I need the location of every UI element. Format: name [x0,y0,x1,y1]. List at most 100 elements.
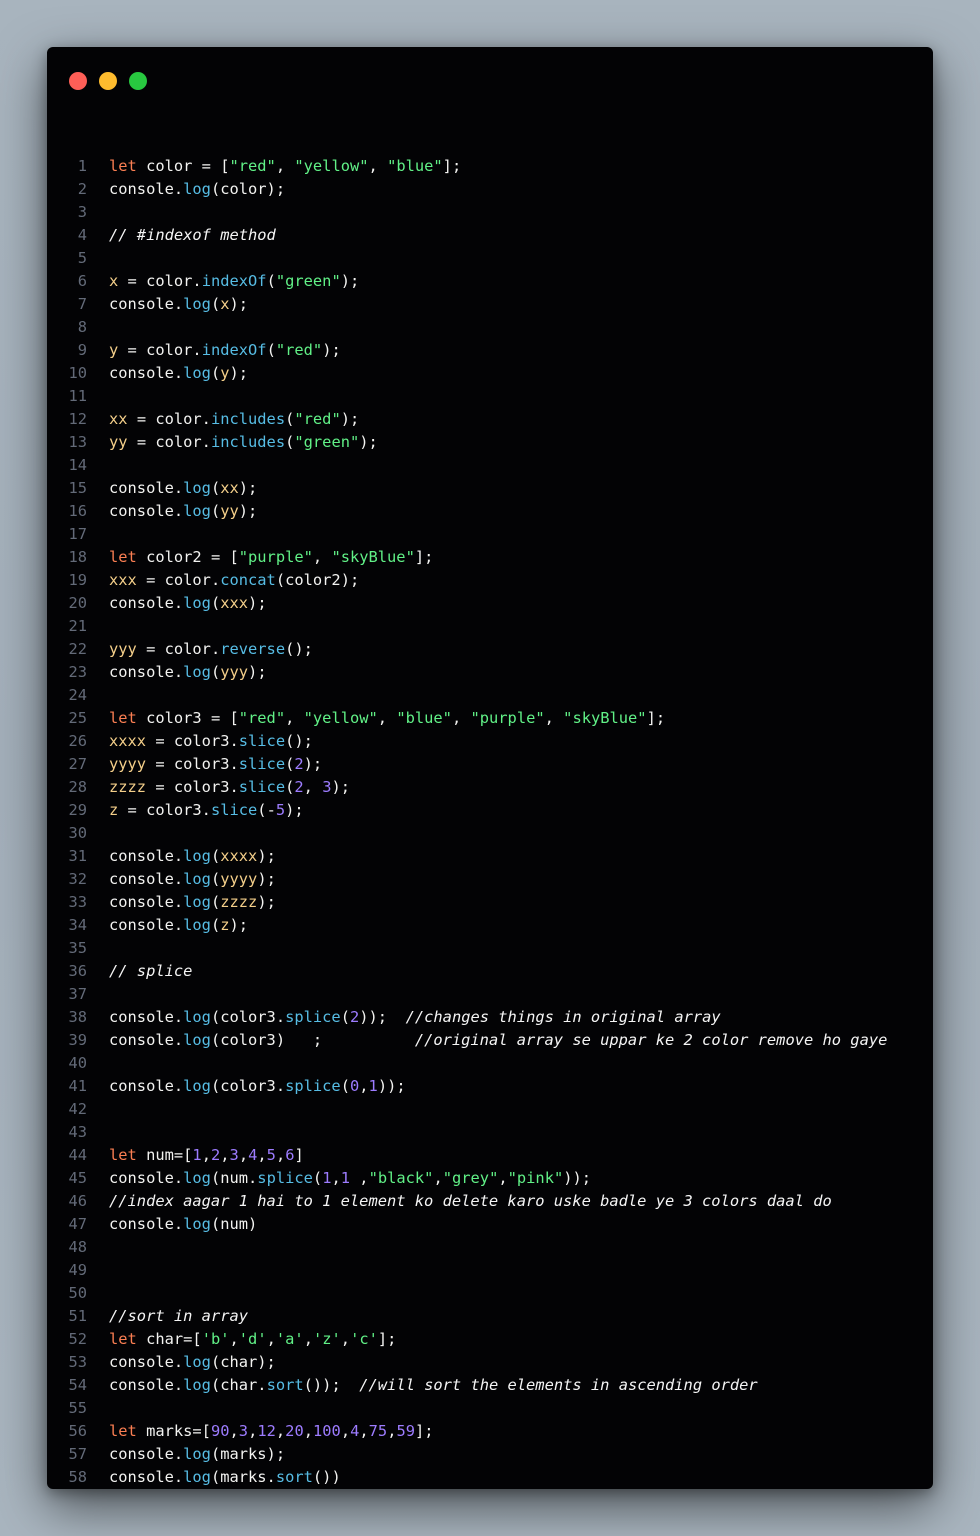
code-token: , [275,1422,286,1440]
code-line: 12 xx = color.includes("red"); [47,408,933,431]
code-token: ); [285,801,304,819]
code-token: 2 [294,755,304,773]
code-token: log [183,1468,211,1486]
code-token: , [377,709,397,727]
code-token: ); [257,893,276,911]
code-token: log [183,1008,211,1026]
code-token: (color2); [275,571,360,589]
code-token: )); [563,1169,592,1187]
code-token: //sort in array [109,1307,248,1325]
code-token: sort [266,1376,304,1394]
code-token: splice [285,1077,341,1095]
code-text: console.log(color); [109,178,285,201]
code-token: ( [340,1008,350,1026]
code-token: ( [312,1169,323,1187]
line-number: 21 [68,617,87,635]
code-line: 54 console.log(char.sort()); //will sort … [47,1374,933,1397]
code-line: 48 [47,1236,933,1259]
code-token: 'c' [350,1330,378,1348]
code-token: "yellow" [294,157,369,175]
code-token: console. [109,502,184,520]
code-line: 19 xxx = color.concat(color2); [47,569,933,592]
code-line: 13 yy = color.includes("green"); [47,431,933,454]
code-token: log [183,1376,211,1394]
code-token: , [544,709,564,727]
code-token: "red" [294,410,341,428]
code-token: let [109,1330,137,1348]
line-number: 31 [68,847,87,865]
code-text: console.log(yy); [109,500,257,523]
code-token: xxx [109,571,137,589]
code-text: // splice [109,960,192,983]
code-token: //will sort the elements in ascending or… [359,1376,758,1394]
code-token: log [183,295,211,313]
code-token: ( [210,847,221,865]
code-token: 90 [210,1422,230,1440]
code-token: console. [109,893,184,911]
code-token: ( [210,502,221,520]
code-token: ] [294,1146,304,1164]
code-token: , [275,1146,286,1164]
line-number: 11 [68,387,87,405]
line-number: 57 [68,1445,87,1463]
code-token: console. [109,479,184,497]
code-line: 29 z = color3.slice(-5); [47,799,933,822]
code-text: let char=['b','d','a','z','c']; [109,1328,396,1351]
code-token: , [312,548,332,566]
code-token: log [183,870,211,888]
code-line: 23 console.log(yyy); [47,661,933,684]
code-token: "red" [238,709,286,727]
code-line: 22 yyy = color.reverse(); [47,638,933,661]
code-text: //sort in array [109,1305,248,1328]
line-number: 39 [68,1031,87,1049]
code-token: , [303,1330,313,1348]
code-token: z [220,916,230,934]
code-token: log [183,1215,211,1233]
code-token: yyyy [109,755,147,773]
code-text: console.log(yyyy); [109,868,276,891]
code-text: zzzz = color3.slice(2, 3); [109,776,350,799]
line-number: 54 [68,1376,87,1394]
code-text: let color3 = ["red", "yellow", "blue", "… [109,707,665,730]
code-token: = color. [127,410,211,428]
code-token: let [109,709,137,727]
minimize-button[interactable] [99,72,117,90]
code-line: 57 console.log(marks); [47,1443,933,1466]
line-number: 29 [68,801,87,819]
code-token: (); [285,640,313,658]
code-token: "yellow" [303,709,378,727]
code-line: 52 let char=['b','d','a','z','c']; [47,1328,933,1351]
line-number: 19 [68,571,87,589]
code-token: = color3. [146,732,239,750]
code-token: slice [238,732,286,750]
code-token: = color. [136,571,221,589]
code-text: y = color.indexOf("red"); [109,339,341,362]
code-token: y [109,341,119,359]
line-number: 18 [68,548,87,566]
code-token: xxxx [220,847,258,865]
code-token: ()) [312,1468,341,1486]
code-text: yyy = color.reverse(); [109,638,313,661]
code-token: log [183,364,211,382]
code-token: "green" [294,433,360,451]
code-token: , [340,1422,351,1440]
code-token: console. [109,1031,184,1049]
line-number: 52 [68,1330,87,1348]
code-text: z = color3.slice(-5); [109,799,304,822]
code-token: (color3. [210,1008,286,1026]
code-text: console.log(color3) ; //original array s… [109,1029,887,1052]
code-token: "pink" [507,1169,564,1187]
code-token: ]; [646,709,666,727]
code-token: ); [248,594,267,612]
code-token: let [109,157,137,175]
code-line: 32 console.log(yyyy); [47,868,933,891]
code-token: slice [210,801,258,819]
maximize-button[interactable] [129,72,147,90]
code-line: 44 let num=[1,2,3,4,5,6] [47,1144,933,1167]
line-number: 42 [68,1100,87,1118]
line-number: 8 [77,318,87,336]
code-line: 40 [47,1052,933,1075]
code-token: (char); [210,1353,276,1371]
close-button[interactable] [69,72,87,90]
code-line: 3 [47,201,933,224]
